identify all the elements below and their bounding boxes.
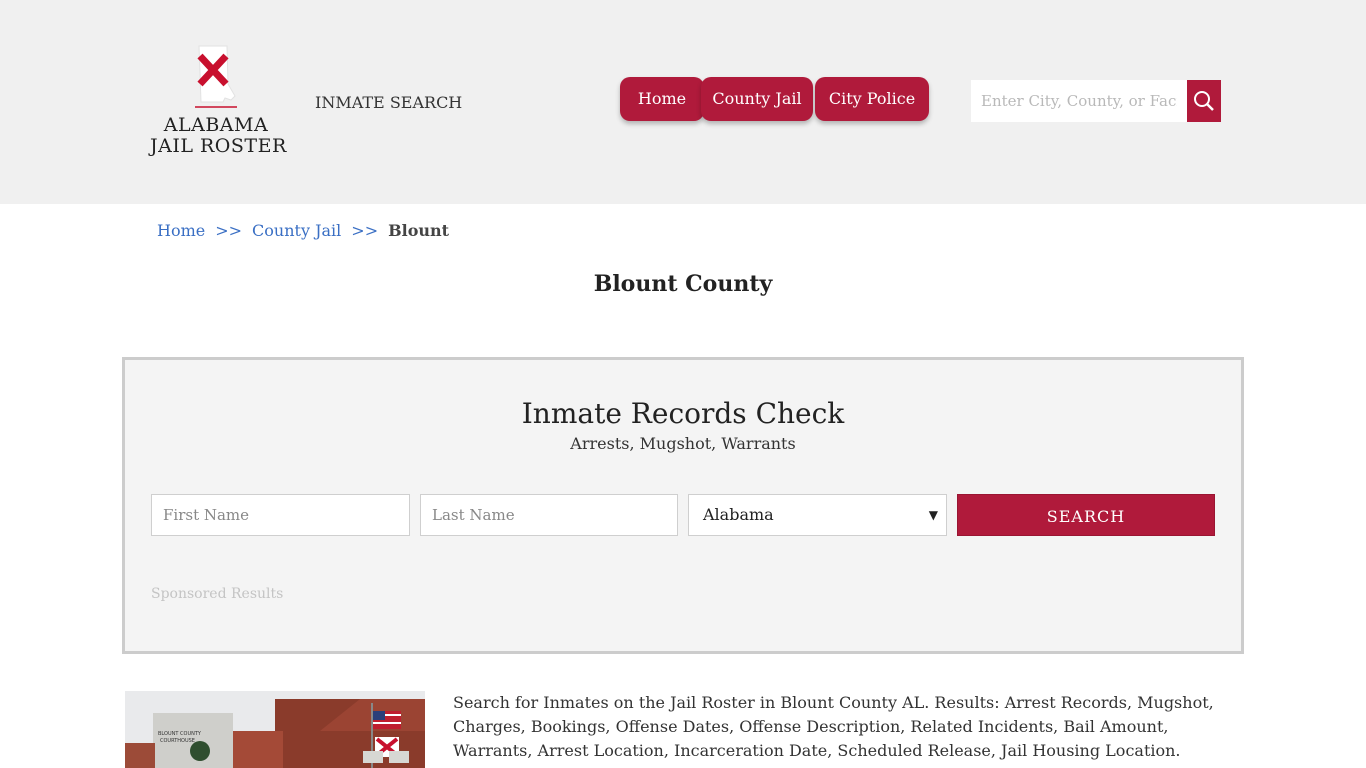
records-check-title: Inmate Records Check (521, 397, 845, 430)
records-check-subtitle: Arrests, Mugshot, Warrants (570, 434, 796, 453)
breadcrumb-separator: >> (215, 221, 243, 240)
search-icon (1194, 91, 1214, 111)
sponsored-results-label: Sponsored Results (151, 586, 284, 602)
alabama-state-flag-icon (195, 45, 237, 108)
page-title: Blount County (593, 271, 773, 297)
breadcrumb-separator: >> (351, 221, 379, 240)
facility-search-input[interactable] (971, 80, 1187, 122)
breadcrumb: Home >> County Jail >> Blount (157, 221, 449, 240)
records-search-button[interactable]: SEARCH (957, 494, 1215, 536)
first-name-input[interactable] (151, 494, 410, 536)
chevron-down-icon: ▼ (928, 508, 938, 522)
courthouse-sign-line-2: COURTHOUSE (160, 738, 195, 744)
last-name-input[interactable] (420, 494, 678, 536)
breadcrumb-county-jail-link[interactable]: County Jail (252, 221, 341, 240)
logo-line-jail-roster: JAIL ROSTER (150, 135, 287, 157)
search-submit-button[interactable] (1187, 80, 1221, 122)
courthouse-sign-line-1: BLOUNT COUNTY (158, 731, 202, 737)
site-header: ALABAMA JAIL ROSTER INMATE SEARCH Home C… (0, 0, 1366, 204)
courthouse-photo: BLOUNT COUNTY COURTHOUSE (125, 691, 425, 768)
breadcrumb-home-link[interactable]: Home (157, 221, 205, 240)
nav-home-button[interactable]: Home (620, 77, 704, 121)
logo-line-alabama: ALABAMA (163, 114, 269, 136)
county-description: Search for Inmates on the Jail Roster in… (453, 693, 1214, 760)
nav-city-police-button[interactable]: City Police (815, 77, 929, 121)
nav-county-jail-button[interactable]: County Jail (701, 77, 813, 121)
site-logo[interactable]: ALABAMA JAIL ROSTER (150, 44, 287, 164)
state-select-value: Alabama (703, 505, 774, 524)
breadcrumb-current: Blount (388, 221, 450, 240)
inmate-search-link[interactable]: INMATE SEARCH (315, 93, 462, 112)
state-select[interactable]: Alabama ▼ (688, 494, 947, 536)
inmate-records-check-panel: Inmate Records Check Arrests, Mugshot, W… (122, 357, 1244, 654)
